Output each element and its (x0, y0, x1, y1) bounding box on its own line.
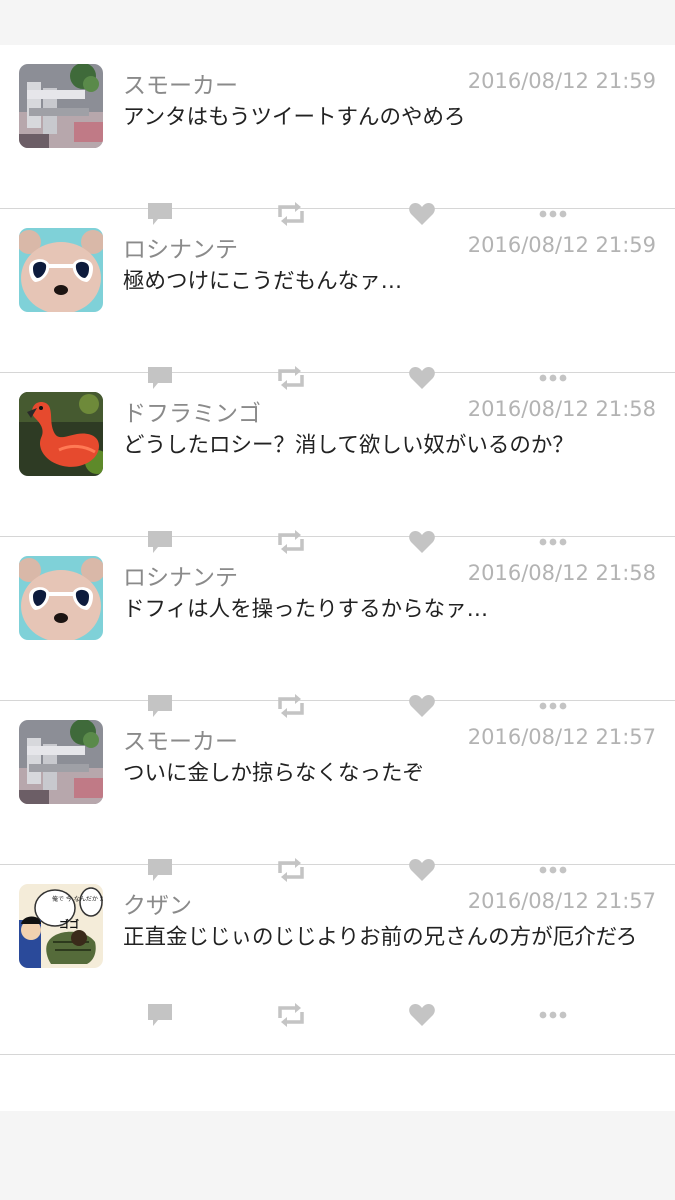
tweet-item[interactable]: スモーカー 2016/08/12 21:57 ついに金しか掠らなくなったぞ (0, 701, 675, 882)
retweet-icon (278, 1003, 304, 1027)
comment-icon (148, 1004, 172, 1026)
more-icon (539, 1011, 567, 1019)
svg-text:ゴゴ: ゴゴ (59, 918, 79, 931)
comment-button[interactable] (138, 995, 182, 1035)
bear-avatar[interactable] (19, 228, 103, 312)
bear-avatar[interactable] (19, 556, 103, 640)
tweet-list: スモーカー 2016/08/12 21:59 アンタはもうツイートすんのやめろ (0, 45, 675, 1111)
user-name[interactable]: ロシナンテ (123, 558, 238, 592)
tweet-text: アンタはもうツイートすんのやめろ (123, 105, 466, 130)
like-button[interactable] (400, 995, 444, 1035)
tweet-item[interactable]: 俺で 今 なんだか だるい ゴゴ ゴゴ クザン 2016/08/12 21:57… (0, 865, 675, 1055)
smoker-avatar[interactable] (19, 720, 103, 804)
smoker-avatar[interactable] (19, 64, 103, 148)
tweet-text: ドフィは人を操ったりするからなァ… (123, 597, 489, 622)
tweet-text: どうしたロシー？消して欲しい奴がいるのか？ (123, 433, 574, 458)
timestamp: 2016/08/12 21:57 (467, 889, 656, 913)
timestamp: 2016/08/12 21:57 (467, 725, 656, 749)
timestamp: 2016/08/12 21:58 (467, 397, 656, 421)
tweet-item[interactable]: ドフラミンゴ 2016/08/12 21:58 どうしたロシー？消して欲しい奴が… (0, 373, 675, 554)
user-name[interactable]: ドフラミンゴ (123, 394, 261, 428)
like-icon (409, 1004, 435, 1026)
more-button[interactable] (531, 995, 575, 1035)
list-footer (0, 1055, 675, 1111)
tweet-text: 極めつけにこうだもんなァ… (123, 269, 403, 294)
retweet-button[interactable] (269, 995, 313, 1035)
tweet-item[interactable]: スモーカー 2016/08/12 21:59 アンタはもうツイートすんのやめろ (0, 45, 675, 226)
avatar-caption: 俺で 今 なんだか だるい ゴゴ (52, 895, 103, 903)
user-name[interactable]: クザン (123, 886, 192, 920)
manga-avatar[interactable]: 俺で 今 なんだか だるい ゴゴ ゴゴ (19, 884, 103, 968)
timestamp: 2016/08/12 21:59 (467, 233, 656, 257)
tweet-text: ついに金しか掠らなくなったぞ (123, 761, 425, 786)
user-name[interactable]: スモーカー (123, 722, 238, 756)
timestamp: 2016/08/12 21:58 (467, 561, 656, 585)
timestamp: 2016/08/12 21:59 (467, 69, 656, 93)
flamingo-avatar[interactable] (19, 392, 103, 476)
top-bar (0, 0, 675, 45)
tweet-text: 正直金じじぃのじじよりお前の兄さんの方が厄介だろ (123, 925, 638, 950)
tweet-item[interactable]: ロシナンテ 2016/08/12 21:59 極めつけにこうだもんなァ… (0, 209, 675, 390)
user-name[interactable]: スモーカー (123, 66, 238, 100)
tweet-actions (0, 995, 675, 1035)
tweet-item[interactable]: ロシナンテ 2016/08/12 21:58 ドフィは人を操ったりするからなァ… (0, 537, 675, 718)
user-name[interactable]: ロシナンテ (123, 230, 238, 264)
